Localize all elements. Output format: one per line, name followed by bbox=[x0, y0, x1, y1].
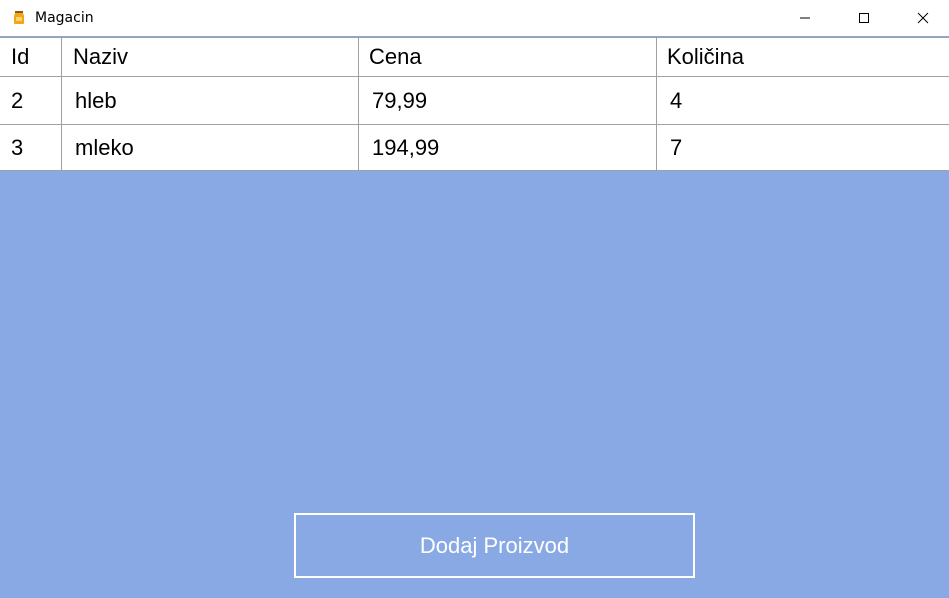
minimize-icon bbox=[800, 17, 810, 19]
table-header-row: Id Naziv Cena Količina bbox=[0, 38, 949, 77]
column-header-kolicina[interactable]: Količina bbox=[657, 38, 949, 76]
close-icon bbox=[917, 12, 929, 24]
jar-icon bbox=[11, 9, 27, 25]
cell-id[interactable]: 3 bbox=[0, 125, 62, 171]
cell-cena[interactable]: 79,99 bbox=[359, 77, 657, 124]
window-title: Magacin bbox=[35, 10, 94, 26]
cell-kolicina[interactable]: 7 bbox=[657, 125, 949, 171]
column-header-cena[interactable]: Cena bbox=[359, 38, 657, 76]
maximize-button[interactable] bbox=[841, 0, 887, 36]
minimize-button[interactable] bbox=[782, 0, 828, 36]
close-button[interactable] bbox=[900, 0, 946, 36]
maximize-icon bbox=[859, 13, 869, 23]
table-row[interactable]: 3 mleko 194,99 7 bbox=[0, 125, 949, 171]
cell-naziv[interactable]: hleb bbox=[62, 77, 359, 124]
cell-kolicina[interactable]: 4 bbox=[657, 77, 949, 124]
products-grid[interactable]: Id Naziv Cena Količina 2 hleb 79,99 4 3 … bbox=[0, 37, 949, 171]
cell-naziv[interactable]: mleko bbox=[62, 125, 359, 171]
cell-id[interactable]: 2 bbox=[0, 77, 62, 124]
column-header-naziv[interactable]: Naziv bbox=[62, 38, 359, 76]
title-bar[interactable]: Magacin bbox=[0, 0, 949, 36]
cell-cena[interactable]: 194,99 bbox=[359, 125, 657, 171]
add-product-button[interactable]: Dodaj Proizvod bbox=[294, 513, 695, 578]
column-header-id[interactable]: Id bbox=[0, 38, 62, 76]
app-window: Magacin Id Naziv Cena Količina 2 hleb 79… bbox=[0, 0, 949, 598]
table-row[interactable]: 2 hleb 79,99 4 bbox=[0, 77, 949, 125]
